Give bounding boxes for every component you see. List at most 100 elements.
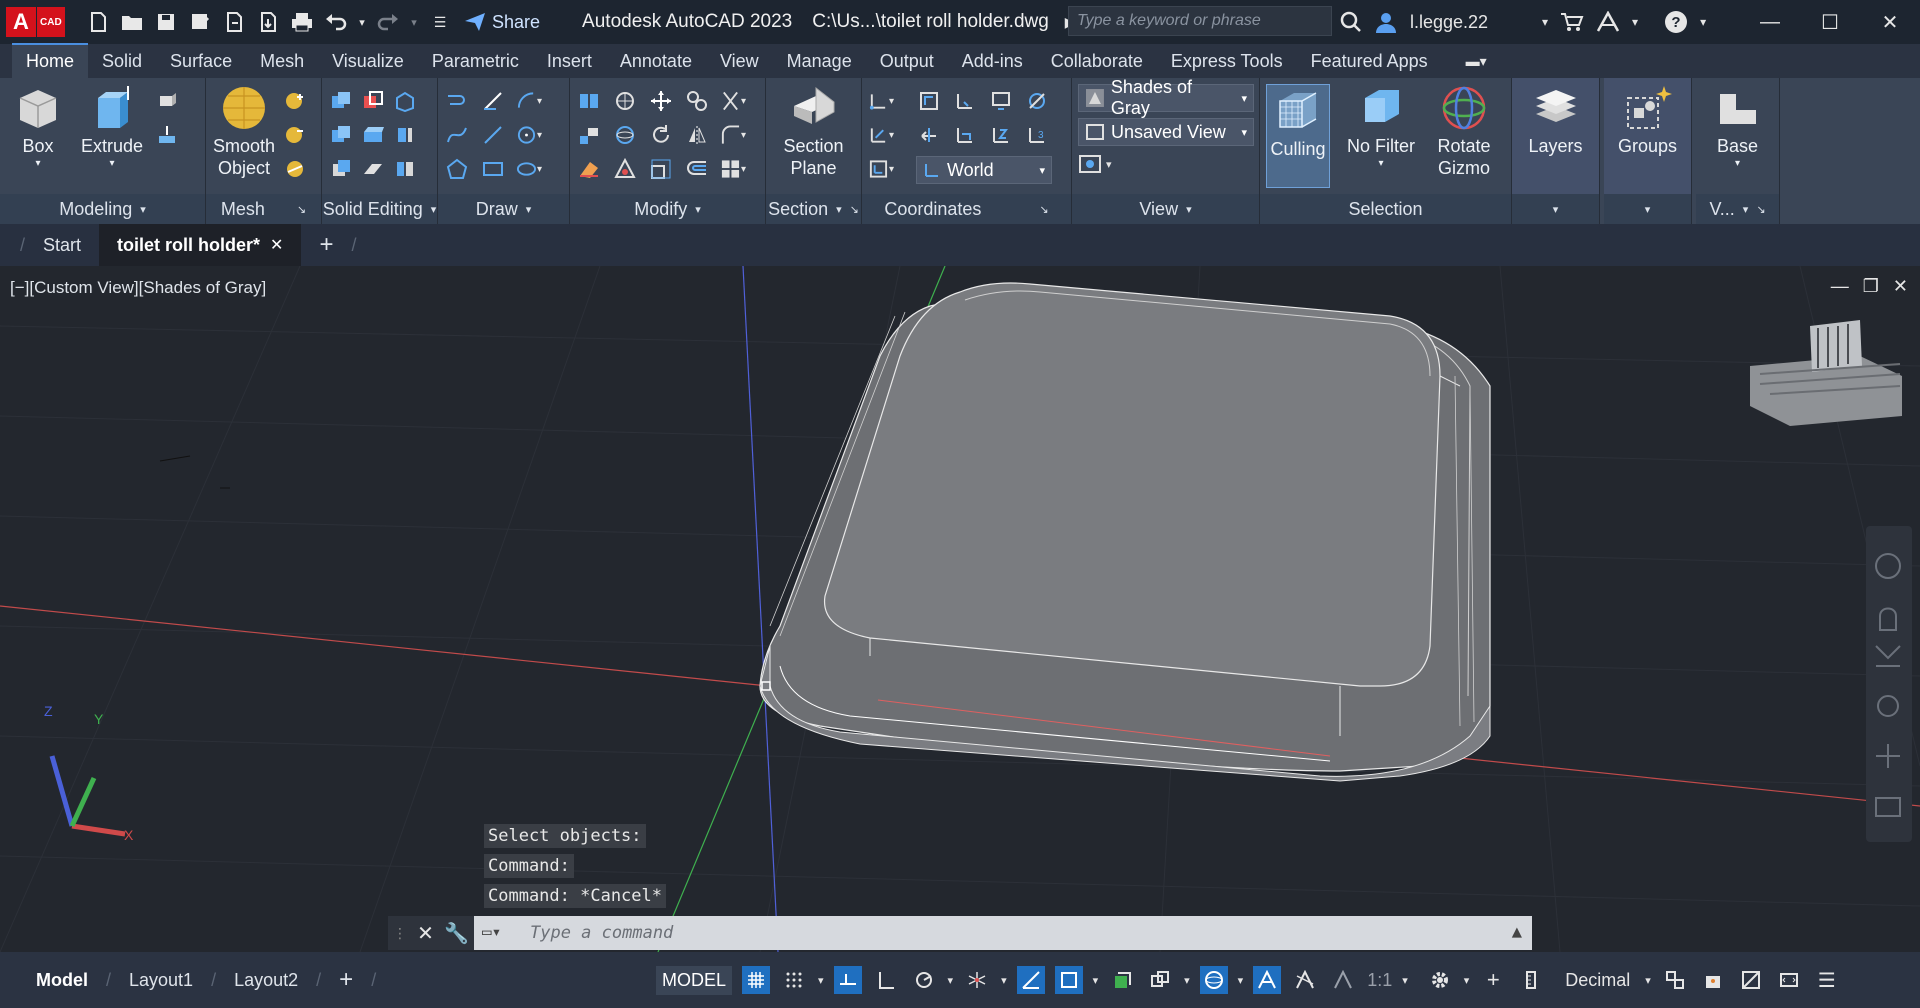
redo-dropdown-icon[interactable]: ▾ <box>408 8 420 36</box>
infer-constraints-icon[interactable] <box>833 966 862 994</box>
search-icon[interactable] <box>1340 11 1362 33</box>
maximize-icon[interactable]: ☐ <box>1800 0 1860 44</box>
command-prompt-icon[interactable]: ▭▾ <box>482 922 501 941</box>
tab-home[interactable]: Home <box>12 43 89 78</box>
ucs-origin-icon[interactable] <box>1024 88 1050 114</box>
user-icon[interactable] <box>1374 10 1398 34</box>
presspull-icon[interactable] <box>154 122 180 148</box>
3dosnap-dropdown-icon[interactable]: ▾ <box>1238 974 1244 987</box>
panel-title-solid-editing[interactable]: Solid Editing ▾ <box>322 194 437 224</box>
annotation-scale-value[interactable]: 1:1 <box>1367 970 1392 991</box>
extract-edges-icon[interactable] <box>392 122 418 148</box>
new-tab-button[interactable]: + <box>301 224 351 266</box>
line-icon[interactable] <box>480 88 506 114</box>
cart-icon[interactable] <box>1560 11 1584 33</box>
smooth-object-button[interactable]: Smooth Object <box>212 84 276 179</box>
share-button[interactable]: Share <box>464 12 540 33</box>
panel-title-draw[interactable]: Draw ▾ <box>438 194 569 224</box>
undo-dropdown-icon[interactable]: ▾ <box>356 8 368 36</box>
mirror3d-icon[interactable] <box>576 88 602 114</box>
culling-button[interactable]: Culling <box>1266 84 1330 188</box>
ucs-z-icon[interactable] <box>988 122 1014 148</box>
tab-mesh[interactable]: Mesh <box>246 45 318 78</box>
user-dropdown-icon[interactable]: ▾ <box>1542 15 1548 29</box>
explode-icon[interactable] <box>612 156 638 182</box>
drawing-viewport[interactable]: Z Y X [−][Custom View][Shades of Gray] —… <box>0 266 1920 952</box>
units-value[interactable]: Decimal <box>1565 970 1635 991</box>
array-3d-icon[interactable] <box>612 88 638 114</box>
tab-annotate[interactable]: Annotate <box>606 45 706 78</box>
search-input[interactable]: Type a keyword or phrase <box>1068 6 1332 36</box>
panel-title-selection[interactable]: Selection <box>1260 194 1511 224</box>
tab-express-tools[interactable]: Express Tools <box>1157 45 1297 78</box>
copy-icon[interactable] <box>684 88 710 114</box>
ucs-world-dropdown[interactable]: World ▾ <box>916 156 1052 184</box>
smooth-less-icon[interactable] <box>282 122 308 148</box>
no-filter-button[interactable]: No Filter ▾ <box>1344 84 1418 170</box>
visual-style-dropdown[interactable]: Shades of Gray ▾ <box>1078 77 1254 118</box>
minimize-icon[interactable]: — <box>1740 0 1800 44</box>
extrude-button[interactable]: Extrude ▾ <box>76 84 148 170</box>
viewport-close-icon[interactable]: ✕ <box>1893 276 1908 297</box>
tab-view[interactable]: View <box>706 45 773 78</box>
viewport-label[interactable]: [−][Custom View][Shades of Gray] <box>10 278 266 298</box>
panel-title-view[interactable]: View ▾ <box>1072 194 1259 224</box>
workspace-dropdown-icon[interactable]: ▾ <box>1464 974 1470 987</box>
annotation-scale-icon[interactable] <box>1329 966 1357 994</box>
command-grip-icon[interactable]: ⋮ <box>393 925 407 942</box>
subtract-icon[interactable] <box>360 88 386 114</box>
tab-surface[interactable]: Surface <box>156 45 246 78</box>
panel-title-base[interactable]: V... ▾ ↘ <box>1696 194 1779 224</box>
viewport-minimize-icon[interactable]: — <box>1831 276 1849 297</box>
app-logo[interactable]: A CAD <box>6 4 72 40</box>
panel-title-section[interactable]: Section ▾ ↘ <box>766 194 861 224</box>
ellipse-icon[interactable]: ▾ <box>516 156 542 182</box>
selection-dropdown-icon[interactable]: ▾ <box>1184 974 1190 987</box>
open-folder-icon[interactable] <box>118 8 146 36</box>
rotate3d-icon[interactable] <box>612 122 638 148</box>
ucs-world-icon[interactable] <box>952 88 978 114</box>
layout-tab-model[interactable]: Model <box>18 952 106 1008</box>
line2-icon[interactable] <box>480 122 506 148</box>
redo-icon[interactable] <box>374 8 402 36</box>
mirror-icon[interactable] <box>684 122 710 148</box>
tab-output[interactable]: Output <box>866 45 948 78</box>
viewport-config-dropdown-icon[interactable]: ▾ <box>1106 158 1112 171</box>
save-icon[interactable] <box>152 8 180 36</box>
tab-featured-apps[interactable]: Featured Apps <box>1297 45 1442 78</box>
ucs-3point-icon[interactable]: 3 <box>1024 122 1050 148</box>
offset-icon[interactable] <box>684 156 710 182</box>
ucs-named-icon[interactable] <box>916 88 942 114</box>
erase-icon[interactable] <box>576 156 602 182</box>
intersect-icon[interactable] <box>328 122 354 148</box>
viewport-config-icon[interactable] <box>1078 152 1102 176</box>
annotation-visibility-icon[interactable] <box>1253 966 1282 994</box>
panel-title-layers[interactable]: ▾ <box>1512 194 1599 224</box>
tab-manage[interactable]: Manage <box>773 45 866 78</box>
rotate-icon[interactable] <box>648 122 674 148</box>
autodesk-app-icon[interactable] <box>1596 11 1620 33</box>
save-web-icon[interactable] <box>254 8 282 36</box>
new-file-icon[interactable] <box>84 8 112 36</box>
viewport-restore-icon[interactable]: ❐ <box>1863 276 1879 297</box>
rectangle-icon[interactable] <box>480 156 506 182</box>
annotation-monitor-icon[interactable]: + <box>1479 966 1507 994</box>
layers-button[interactable]: Layers <box>1528 84 1583 158</box>
ucs-icon[interactable]: ▾ <box>868 88 894 114</box>
units-icon[interactable] <box>1517 966 1545 994</box>
workspace-gear-icon[interactable] <box>1426 966 1454 994</box>
ucs-view-icon[interactable] <box>952 122 978 148</box>
panel-title-modeling[interactable]: Modeling ▾ <box>0 194 205 224</box>
command-close-icon[interactable]: ✕ <box>417 921 434 946</box>
ucs-previous-icon[interactable] <box>988 88 1014 114</box>
tab-insert[interactable]: Insert <box>533 45 606 78</box>
scale-icon[interactable] <box>648 156 674 182</box>
selection-cycling-icon[interactable] <box>1146 966 1174 994</box>
command-history-toggle-icon[interactable]: ▲ <box>1512 922 1522 942</box>
interfere-icon[interactable] <box>360 122 386 148</box>
ucs-icon-properties-icon[interactable]: ▾ <box>868 156 894 182</box>
layout-tab-layout2[interactable]: Layout2 <box>216 952 316 1008</box>
help-icon[interactable]: ? <box>1664 10 1688 34</box>
snap-mode-icon[interactable] <box>780 966 808 994</box>
smooth-more-icon[interactable] <box>282 88 308 114</box>
